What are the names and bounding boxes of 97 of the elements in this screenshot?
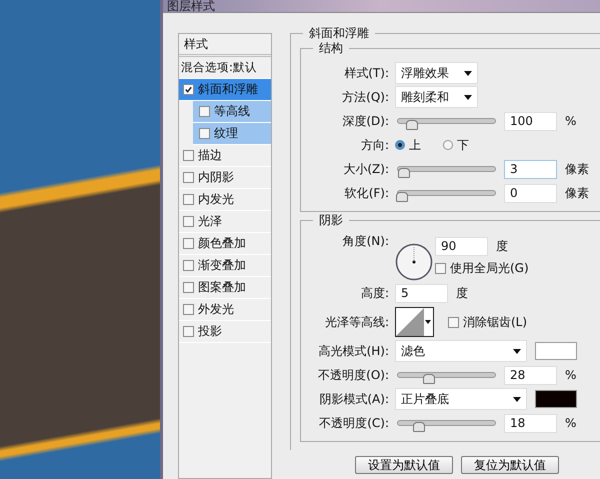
item-label: 斜面和浮雕 (198, 81, 258, 98)
checkbox[interactable] (183, 84, 194, 95)
field-label: 不透明度(C): (318, 414, 390, 432)
field-label: 角度(N): (342, 233, 390, 250)
caret-icon (425, 320, 431, 324)
dialog-button[interactable]: 复位为默认值 (461, 456, 559, 474)
item-label: 颜色叠加 (198, 235, 246, 252)
checkbox[interactable] (183, 172, 194, 183)
field-label: 大小(Z): (342, 160, 390, 178)
style-list-item[interactable]: 外发光 (179, 299, 271, 321)
item-label: 投影 (198, 323, 222, 340)
style-list-item[interactable]: 内发光 (179, 189, 271, 211)
item-label: 描边 (198, 147, 222, 164)
item-label: 光泽 (198, 213, 222, 230)
style-list-item[interactable]: 颜色叠加 (179, 233, 271, 255)
field-label: 深度(D): (341, 112, 390, 130)
checkbox[interactable] (183, 238, 194, 249)
item-label: 混合选项:默认 (181, 60, 257, 75)
checkbox[interactable] (199, 128, 210, 139)
caret-icon (513, 348, 521, 354)
dropdown[interactable]: 浮雕效果 (395, 62, 478, 84)
radio-button[interactable] (395, 140, 405, 150)
unit-label: % (565, 114, 576, 128)
unit-label: 像素 (565, 160, 589, 178)
value-field[interactable]: 18 (504, 414, 557, 432)
dropdown[interactable]: 雕刻柔和 (395, 86, 478, 108)
contour-picker[interactable] (395, 307, 434, 337)
slider-thumb[interactable] (413, 422, 426, 432)
window-title: 图层样式 (167, 0, 215, 12)
checkbox[interactable] (183, 260, 194, 271)
style-list-item[interactable]: 斜面和浮雕 (179, 79, 271, 101)
dropdown[interactable]: 正片叠底 (395, 388, 527, 410)
style-list-item[interactable]: 等高线 (193, 101, 271, 123)
style-list-item[interactable]: 投影 (179, 321, 271, 343)
list-header: 样式 (179, 34, 271, 57)
radio-label: 上 (409, 136, 421, 154)
caret-icon (464, 94, 472, 100)
unit-label: 度 (496, 238, 508, 255)
value-field[interactable]: 100 (504, 112, 557, 130)
checkbox[interactable] (183, 194, 194, 205)
unit-label: % (565, 368, 576, 382)
value-field[interactable]: 5 (395, 284, 448, 302)
field-label: 阴影模式(A): (318, 390, 390, 408)
checkbox-label: 消除锯齿(L) (463, 314, 528, 330)
unit-label: 像素 (565, 184, 589, 202)
color-swatch[interactable] (535, 342, 577, 360)
caret-icon (464, 70, 472, 76)
item-label: 外发光 (198, 301, 234, 318)
field-label: 方法(Q): (341, 88, 390, 106)
style-list-item[interactable]: 渐变叠加 (179, 255, 271, 277)
item-label: 渐变叠加 (198, 257, 246, 274)
angle-dial[interactable] (395, 243, 433, 281)
item-label: 内阴影 (198, 169, 234, 186)
value-field[interactable]: 28 (504, 366, 557, 384)
checkbox-label: 使用全局光(G) (450, 260, 529, 277)
field-label: 高光模式(H): (318, 342, 390, 360)
field-label: 不透明度(O): (317, 366, 390, 384)
slider-thumb[interactable] (406, 120, 418, 130)
field-label: 高度: (360, 284, 390, 302)
field-label: 样式(T): (343, 64, 390, 82)
item-label: 内发光 (198, 191, 234, 208)
slider-thumb[interactable] (398, 168, 410, 178)
value-field[interactable]: 0 (504, 184, 557, 202)
checkbox[interactable] (183, 216, 194, 227)
slider-thumb[interactable] (423, 374, 436, 384)
dialog-button[interactable]: 设置为默认值 (355, 456, 453, 474)
radio-label: 下 (457, 136, 469, 154)
value-field[interactable]: 3 (504, 160, 557, 178)
field-label: 方向: (360, 136, 390, 154)
field-label: 光泽等高线: (324, 314, 390, 330)
checkbox[interactable] (183, 326, 194, 337)
style-list-item[interactable]: 图案叠加 (179, 277, 271, 299)
group-title: 阴影 (313, 213, 349, 228)
group-title: 斜面和浮雕 (303, 26, 375, 41)
dropdown[interactable]: 滤色 (395, 340, 527, 362)
unit-label: % (565, 416, 576, 430)
slider-thumb[interactable] (396, 192, 408, 202)
checkbox[interactable] (199, 106, 210, 117)
item-label: 等高线 (214, 103, 250, 120)
value-field[interactable]: 90 (435, 237, 488, 256)
group-title: 结构 (313, 41, 349, 56)
checkbox[interactable] (448, 316, 459, 328)
radio-button[interactable] (443, 140, 453, 150)
style-list-item[interactable]: 光泽 (179, 211, 271, 233)
color-swatch[interactable] (535, 390, 577, 408)
checkbox[interactable] (183, 150, 194, 161)
style-list-item[interactable]: 纹理 (193, 123, 271, 145)
item-label: 纹理 (214, 125, 238, 142)
style-list-item[interactable]: 描边 (179, 145, 271, 167)
unit-label: 度 (456, 284, 468, 302)
checkbox[interactable] (183, 282, 194, 293)
checkbox[interactable] (183, 304, 194, 315)
style-list-item[interactable]: 内阴影 (179, 167, 271, 189)
field-label: 软化(F): (344, 184, 390, 202)
item-label: 图案叠加 (198, 279, 246, 296)
caret-icon (513, 396, 521, 402)
checkbox[interactable] (435, 263, 446, 274)
